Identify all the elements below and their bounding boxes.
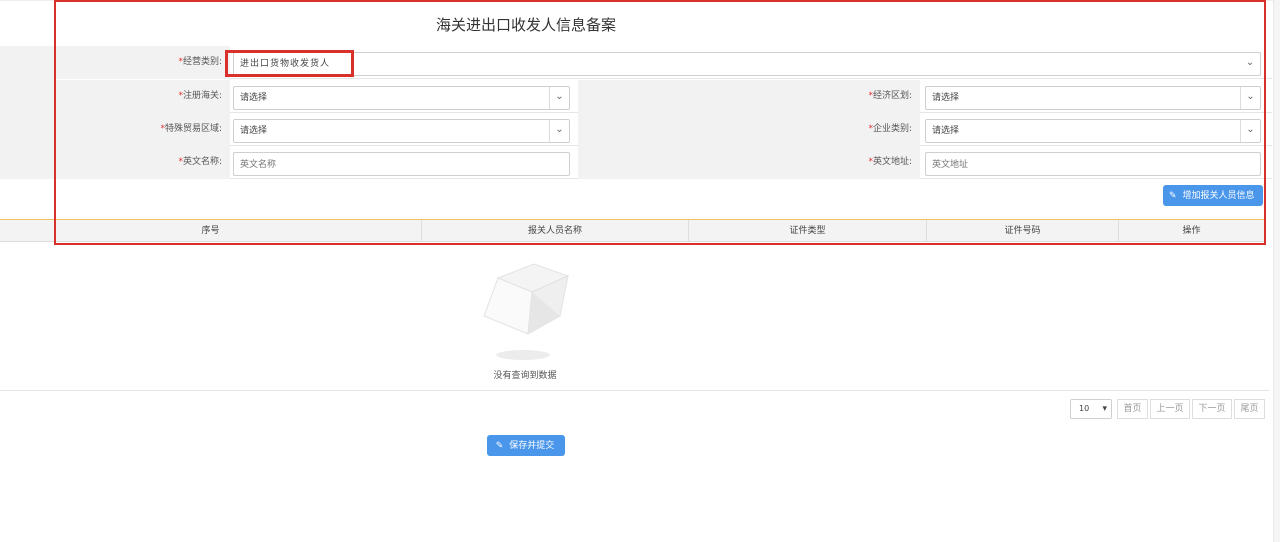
chevron-down-icon: ▾	[1102, 404, 1107, 414]
english-name-label: *英文名称:	[0, 146, 230, 179]
scrollbar[interactable]	[1273, 0, 1280, 542]
empty-shadow	[496, 350, 550, 360]
add-broker-button[interactable]: ✎ 增加报关人员信息	[1163, 185, 1263, 206]
column-header-actions: 操作	[1182, 226, 1201, 236]
page: 海关进出口收发人信息备案 *经营类别: 进出口货物收发货人 ⌄ *注册海关: 请…	[0, 0, 1280, 542]
chevron-down-icon: ⌄	[1240, 120, 1260, 142]
column-header-broker-name: 报关人员名称	[422, 220, 689, 242]
chevron-down-icon: ⌄	[549, 120, 569, 142]
business-type-label-text: 经营类别:	[182, 57, 222, 67]
page-size-select[interactable]: 10 ▾	[1070, 399, 1112, 419]
form-row-special-zone: *特殊贸易区域: 请选择 ⌄ *企业类别: 请选择 ⌄	[0, 113, 1272, 146]
english-address-label-text: 英文地址:	[872, 157, 912, 167]
chevron-down-icon: ⌄	[549, 87, 569, 109]
form-row-english: *英文名称: *英文地址:	[0, 146, 1272, 179]
chevron-down-icon: ⌄	[1245, 57, 1255, 68]
special-zone-label: *特殊贸易区域:	[0, 113, 230, 146]
customs-label: *注册海关:	[0, 80, 230, 113]
column-header-id-number: 证件号码	[927, 220, 1119, 242]
first-page-button[interactable]: 首页	[1117, 399, 1148, 419]
table-header: 序号 报关人员名称 证件类型 证件号码 操作	[0, 219, 1264, 242]
table-bottom-divider	[0, 390, 1270, 391]
business-type-value: 进出口货物收发货人	[240, 59, 331, 69]
customs-label-text: 注册海关:	[182, 91, 222, 101]
page-size-value: 10	[1079, 404, 1090, 413]
empty-box-icon	[483, 263, 570, 335]
economic-zone-value: 请选择	[932, 93, 960, 103]
save-submit-label: 保存并提交	[509, 440, 555, 450]
economic-zone-label-text: 经济区划:	[872, 91, 912, 101]
company-type-select[interactable]: 请选择 ⌄	[925, 119, 1261, 143]
prev-page-button[interactable]: 上一页	[1150, 399, 1190, 419]
empty-state-text: 没有查询到数据	[493, 371, 557, 381]
last-page-button[interactable]: 尾页	[1234, 399, 1265, 419]
english-name-input[interactable]	[233, 152, 570, 176]
chevron-down-icon: ⌄	[1240, 87, 1260, 109]
english-name-label-text: 英文名称:	[182, 157, 222, 167]
company-type-value: 请选择	[932, 126, 960, 136]
add-broker-label: 增加报关人员信息	[1182, 190, 1255, 200]
column-header-index: 序号	[0, 220, 422, 242]
customs-value: 请选择	[240, 93, 268, 103]
special-zone-select[interactable]: 请选择 ⌄	[233, 119, 570, 143]
special-zone-value: 请选择	[240, 126, 268, 136]
column-header-id-type: 证件类型	[689, 220, 927, 242]
special-zone-label-text: 特殊贸易区域:	[164, 124, 222, 134]
page-title: 海关进出口收发人信息备案	[435, 16, 616, 34]
english-address-label: *英文地址:	[578, 146, 920, 179]
business-type-select[interactable]: 进出口货物收发货人 ⌄	[233, 52, 1261, 76]
business-type-label: *经营类别:	[0, 46, 230, 79]
customs-select[interactable]: 请选择 ⌄	[233, 86, 570, 110]
economic-zone-label: *经济区划:	[578, 80, 920, 113]
company-type-label: *企业类别:	[578, 113, 920, 146]
company-type-label-text: 企业类别:	[872, 124, 912, 134]
save-submit-button[interactable]: ✎ 保存并提交	[487, 435, 565, 456]
form-row-business-type: *经营类别: 进出口货物收发货人 ⌄	[0, 46, 1272, 79]
edit-icon: ✎	[495, 440, 504, 450]
top-divider	[0, 0, 1280, 1]
next-page-button[interactable]: 下一页	[1192, 399, 1232, 419]
form-row-customs: *注册海关: 请选择 ⌄ *经济区划: 请选择 ⌄	[0, 80, 1272, 113]
edit-icon: ✎	[1169, 190, 1177, 200]
english-address-input[interactable]	[925, 152, 1261, 176]
economic-zone-select[interactable]: 请选择 ⌄	[925, 86, 1261, 110]
